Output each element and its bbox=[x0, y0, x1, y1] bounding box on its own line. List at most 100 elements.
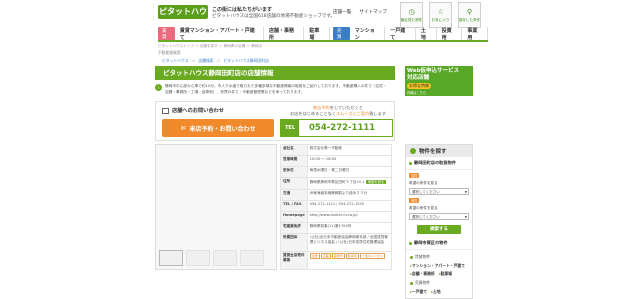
link-label: マンション・アパート・戸建て bbox=[411, 263, 465, 268]
row-key: TEL / FAX bbox=[280, 200, 308, 213]
intro-text: 静岡市中心部から車で約10分。市人下水道で取られた多種多様な不動産情報の取扱をご… bbox=[165, 84, 387, 94]
photo-thumb[interactable] bbox=[240, 250, 264, 266]
photo-thumb-spacer bbox=[267, 250, 273, 266]
row-key: 住所 bbox=[280, 176, 308, 191]
row-key: 交通 bbox=[280, 189, 308, 202]
link-label: 駐車場 bbox=[440, 271, 452, 276]
bullet-icon bbox=[409, 241, 412, 245]
photo-thumb[interactable] bbox=[213, 250, 237, 266]
page-title: ピタットハウス静岡田町店の店舗情報 bbox=[155, 66, 395, 80]
crumb-store-search[interactable]: 店舗検索 bbox=[198, 58, 213, 64]
store-info-table: 会社名 株式会社第一不動産 営業時間 10:00 〜 18:00 定休日 毎週水曜日・… bbox=[280, 144, 393, 270]
site-logo[interactable]: ピタットハウス bbox=[158, 5, 208, 30]
nav-sale-business[interactable]: 事業用 bbox=[462, 27, 489, 41]
table-row: 賃貸全店物件募集 住居 店舗 事務所 駐車場 一括キャンセル bbox=[280, 251, 393, 270]
header-icon-buttons: ◷ 最近見た物件 ☆ お気に入り ⚲ 保存した条件 bbox=[400, 2, 481, 28]
rent-subheading: 賃貸物件 bbox=[410, 252, 468, 262]
sidebar: Web仮申込サービス 対応店舗 お得な特典 詳細はこちら 物件を探す 静岡田町店… bbox=[405, 66, 473, 299]
tel-number[interactable]: 054-272-1111 bbox=[299, 123, 375, 133]
recently-viewed-button[interactable]: ◷ 最近見た物件 bbox=[400, 2, 423, 28]
store-list-link[interactable]: 店舗一覧 bbox=[333, 9, 351, 15]
search-heading: 物件を探す bbox=[406, 145, 472, 157]
section-label: 不動産屋検索 bbox=[158, 50, 181, 55]
top-links: 店舗一覧 サイトマップ bbox=[333, 9, 387, 15]
table-row: 宅建業免許 静岡県知事(11)第1704号 bbox=[280, 222, 393, 235]
local-properties-heading: 静岡田町店の取扱物件 bbox=[406, 157, 472, 170]
breadcrumb[interactable]: ピタットハウストップ ＞ 店舗を探す ＞ 静岡県の店舗 ＞ 静岡店 bbox=[158, 44, 262, 49]
map-button[interactable]: 地図を見る bbox=[365, 179, 387, 184]
link-label: 土地 bbox=[433, 289, 441, 294]
sale-badge: 売買 bbox=[333, 27, 350, 40]
favorites-button[interactable]: ☆ お気に入り bbox=[429, 2, 452, 28]
contact-box: 店舗へのお問い合わせ ✉ 来店予約・お問い合わせ 来店予約をしていただくと お店… bbox=[155, 101, 395, 141]
search-icon: ⚲ bbox=[466, 7, 473, 16]
link-sale[interactable]: ▸一戸建て ▸土地 bbox=[410, 288, 468, 296]
saved-search-button[interactable]: ⚲ 保存した条件 bbox=[458, 2, 481, 28]
store-details: 会社名 株式会社第一不動産 営業時間 10:00 〜 18:00 定休日 毎週水曜日・… bbox=[155, 144, 395, 270]
row-value: 住居 店舗 事務所 駐車場 一括キャンセル bbox=[306, 251, 393, 270]
row-value: 054-272-1111 / 054-272-1555 bbox=[306, 200, 393, 213]
sitemap-link[interactable]: サイトマップ bbox=[359, 9, 387, 15]
rent-select[interactable]: 選択してください bbox=[409, 188, 469, 195]
tel-box[interactable]: TEL 054-272-1111 bbox=[280, 119, 393, 137]
reservation-note: 来店予約をしていただくと お店をはじめることなくスムーズにご案内致します bbox=[283, 105, 393, 116]
row-key: 所属団体 bbox=[280, 233, 308, 253]
nav-rent-residential[interactable]: 賃貸マンション・アパート・戸建て bbox=[175, 27, 264, 41]
main-content: ピタットハウス静岡田町店の店舗情報 i 静岡市中心部から車で約10分。市人下水道… bbox=[155, 66, 395, 270]
mail-icon bbox=[162, 107, 169, 114]
store-photo-gallery bbox=[155, 144, 277, 270]
row-value: 10:00 〜 18:00 bbox=[306, 154, 393, 167]
table-row: 会社名 株式会社第一不動産 bbox=[280, 144, 393, 156]
contact-heading: 店舗へのお問い合わせ bbox=[162, 107, 224, 114]
reserve-inquiry-button[interactable]: ✉ 来店予約・お問い合わせ bbox=[162, 119, 274, 137]
nav-sale-investment[interactable]: 投資用 bbox=[437, 27, 463, 41]
crumb-current: ピタットハウス静岡田町店 bbox=[223, 58, 269, 63]
photo-thumb[interactable] bbox=[159, 250, 183, 266]
photo-thumb[interactable] bbox=[186, 250, 210, 266]
note-line2-suffix: 致します bbox=[369, 110, 386, 116]
search-icon bbox=[410, 148, 416, 154]
bullet-icon bbox=[410, 281, 413, 285]
note-highlight-2: スムーズにご案内 bbox=[335, 110, 370, 116]
link-rent-commercial[interactable]: ▸店舗・事務所 ▸駐車場 bbox=[410, 270, 468, 278]
tel-label: TEL bbox=[281, 120, 300, 136]
saved-search-label: 保存した条件 bbox=[458, 17, 481, 22]
sale-select-label: 希望の条件を見る bbox=[409, 206, 438, 210]
recently-viewed-label: 最近見た物件 bbox=[400, 17, 423, 22]
nav-sale-house[interactable]: 一戸建て bbox=[385, 27, 416, 41]
banner-title-1: Web仮申込サービス bbox=[407, 68, 460, 74]
search-button[interactable]: 検索する bbox=[417, 225, 461, 234]
row-value: 株式会社第一不動産 bbox=[306, 144, 393, 156]
property-tags: 住居 店舗 事務所 駐車場 一括キャンセル bbox=[309, 253, 389, 260]
envelope-icon: ✉ bbox=[180, 124, 186, 132]
homepage-link[interactable]: http://www.daiichi-fu.co.jp/ bbox=[306, 211, 393, 224]
table-row: 住所 静岡県静岡市葵区田町５丁目10-1 地図を見る bbox=[280, 176, 393, 191]
row-key: 宅建業免許 bbox=[280, 222, 308, 235]
nav-sale-land[interactable]: 土地 bbox=[416, 27, 437, 41]
local-properties-title: 静岡田町店の取扱物件 bbox=[414, 160, 456, 165]
main-nav: 賃貸 賃貸マンション・アパート・戸建て 店舗・事務所 駐車場 売買 マンション … bbox=[158, 27, 489, 41]
row-key: Homepage bbox=[280, 211, 308, 224]
tag: 住居 bbox=[309, 253, 320, 260]
crumb-home[interactable]: ピタットハウス bbox=[162, 58, 189, 64]
sale-subheading: 売買物件 bbox=[410, 278, 468, 288]
rent-subheading-text: 賃貸物件 bbox=[415, 254, 431, 259]
nav-sale-mansion[interactable]: マンション bbox=[350, 27, 386, 41]
area-properties-title: 静岡市葵区の物件 bbox=[414, 240, 448, 245]
note-line2-prefix: お店をはじめることなく bbox=[290, 110, 336, 116]
tagline: この街には私たちがいます bbox=[212, 7, 273, 13]
sale-select[interactable]: 選択してください bbox=[409, 213, 469, 220]
table-row: 交通 JR東海道本線静岡駅より徒歩２３分 bbox=[280, 189, 393, 202]
banner-title-2: 対応店舗 bbox=[407, 75, 430, 81]
web-application-banner[interactable]: Web仮申込サービス 対応店舗 お得な特典 詳細はこちら bbox=[405, 66, 473, 96]
nav-rent-parking[interactable]: 駐車場 bbox=[304, 27, 330, 41]
tag: 事務所 bbox=[331, 253, 345, 260]
link-rent-residential[interactable]: ▸マンション・アパート・戸建て bbox=[410, 262, 468, 270]
tag: 一括キャンセル bbox=[359, 253, 385, 260]
table-row: Homepage http://www.daiichi-fu.co.jp/ bbox=[280, 211, 393, 224]
nav-rent-store-office[interactable]: 店舗・事務所 bbox=[264, 27, 305, 41]
store-intro: i 静岡市中心部から車で約10分。市人下水道で取られた多種多様な不動産情報の取扱… bbox=[155, 84, 395, 95]
star-icon: ☆ bbox=[437, 7, 444, 16]
row-value: JR東海道本線静岡駅より徒歩２３分 bbox=[306, 189, 393, 202]
breadcrumb-secondary: ピタットハウス＞ 店舗検索＞ ピタットハウス静岡田町店 bbox=[162, 58, 269, 64]
